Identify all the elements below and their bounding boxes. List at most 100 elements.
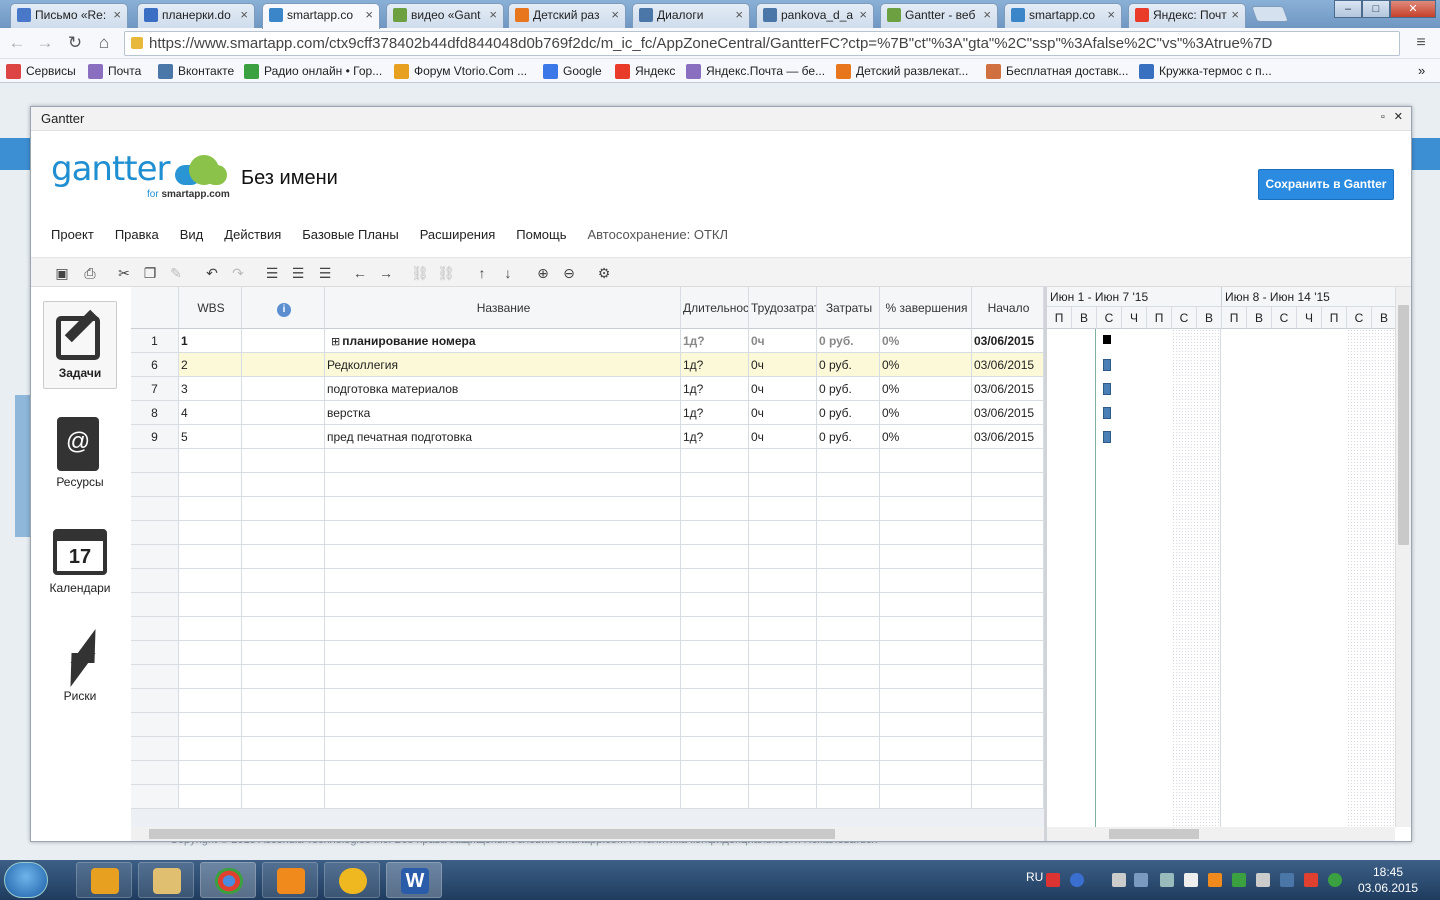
column-header[interactable]: Затраты (817, 287, 880, 329)
empty-row[interactable] (131, 689, 1044, 713)
cell-duration[interactable]: 1д? (681, 377, 749, 401)
empty-cell[interactable] (749, 713, 817, 737)
cell-name[interactable]: подготовка материалов (325, 377, 681, 401)
empty-cell[interactable] (817, 545, 880, 569)
check-tray-icon[interactable] (1232, 873, 1246, 887)
vertical-scroll-thumb[interactable] (1398, 305, 1409, 545)
empty-cell[interactable] (681, 761, 749, 785)
row-number[interactable]: 7 (131, 377, 179, 401)
cell-duration[interactable]: 1д? (681, 353, 749, 377)
gantt-task-bar[interactable] (1103, 431, 1111, 443)
pdf-tray-icon[interactable] (1046, 873, 1060, 887)
empty-cell[interactable] (749, 521, 817, 545)
cell-wbs[interactable]: 5 (179, 425, 242, 449)
empty-cell[interactable] (242, 641, 325, 665)
empty-cell[interactable] (242, 785, 325, 809)
empty-cell[interactable] (749, 545, 817, 569)
empty-cell[interactable] (817, 785, 880, 809)
language-indicator[interactable]: RU (1026, 870, 1043, 884)
empty-row[interactable] (131, 521, 1044, 545)
odnoklassniki-app[interactable] (262, 862, 318, 898)
empty-cell[interactable] (131, 761, 179, 785)
vertical-scrollbar[interactable] (1395, 287, 1411, 827)
empty-row[interactable] (131, 737, 1044, 761)
cell-info[interactable] (242, 329, 325, 353)
show-hidden-icons[interactable] (1112, 873, 1126, 887)
empty-cell[interactable] (131, 593, 179, 617)
empty-cell[interactable] (817, 641, 880, 665)
empty-row[interactable] (131, 497, 1044, 521)
empty-cell[interactable] (972, 449, 1044, 473)
cell-name[interactable]: пред печатная подготовка (325, 425, 681, 449)
empty-cell[interactable] (179, 737, 242, 761)
close-tab-icon[interactable]: × (113, 4, 121, 26)
empty-cell[interactable] (880, 497, 972, 521)
row-number[interactable]: 6 (131, 353, 179, 377)
empty-cell[interactable] (325, 473, 681, 497)
close-tab-icon[interactable]: × (1231, 4, 1239, 26)
empty-cell[interactable] (242, 761, 325, 785)
empty-cell[interactable] (749, 617, 817, 641)
empty-cell[interactable] (749, 449, 817, 473)
gantt-task-bar[interactable] (1103, 407, 1111, 419)
cell-name[interactable]: ⊞ планирование номера (325, 329, 681, 353)
empty-cell[interactable] (681, 593, 749, 617)
menu-item[interactable]: Вид (180, 227, 204, 247)
row-number[interactable]: 1 (131, 329, 179, 353)
empty-row[interactable] (131, 641, 1044, 665)
empty-cell[interactable] (880, 617, 972, 641)
empty-cell[interactable] (325, 569, 681, 593)
empty-cell[interactable] (880, 689, 972, 713)
empty-cell[interactable] (179, 569, 242, 593)
cell-pct[interactable]: 0% (880, 329, 972, 353)
empty-cell[interactable] (681, 737, 749, 761)
column-header[interactable]: Длительность (681, 287, 749, 329)
empty-cell[interactable] (131, 665, 179, 689)
indent-icon[interactable]: → (377, 264, 395, 282)
gantt-scroll-thumb[interactable] (1109, 829, 1199, 839)
empty-cell[interactable] (749, 569, 817, 593)
empty-cell[interactable] (681, 713, 749, 737)
empty-cell[interactable] (817, 737, 880, 761)
cell-start[interactable]: 03/06/2015 (972, 425, 1044, 449)
nav-tasks[interactable]: Задачи (43, 301, 117, 389)
close-dialog-icon[interactable]: ✕ (1394, 111, 1403, 123)
empty-cell[interactable] (325, 641, 681, 665)
cut-icon[interactable]: ✂ (115, 264, 133, 282)
empty-cell[interactable] (131, 473, 179, 497)
bookmark-item[interactable]: Бесплатная доставк... (986, 62, 1128, 80)
bluetooth-tray-icon[interactable] (1160, 873, 1174, 887)
redo-icon[interactable]: ↷ (229, 264, 247, 282)
bookmark-item[interactable]: Радио онлайн • Гор... (244, 62, 382, 80)
empty-cell[interactable] (131, 545, 179, 569)
empty-cell[interactable] (131, 449, 179, 473)
empty-cell[interactable] (880, 569, 972, 593)
empty-cell[interactable] (179, 521, 242, 545)
empty-cell[interactable] (972, 737, 1044, 761)
cell-wbs[interactable]: 4 (179, 401, 242, 425)
bookmark-item[interactable]: Сервисы (6, 62, 76, 80)
close-tab-icon[interactable]: × (611, 4, 619, 26)
network-tray-icon[interactable] (1134, 873, 1148, 887)
close-tab-icon[interactable]: × (735, 4, 743, 26)
gantt-task-bar[interactable] (1103, 383, 1111, 395)
table-row[interactable]: 9 5 пред печатная подготовка 1д? 0ч 0 руб. 0% 0… (131, 425, 1044, 449)
cell-work[interactable]: 0ч (749, 329, 817, 353)
bookmark-item[interactable]: Яндекс (615, 62, 675, 80)
cell-wbs[interactable]: 1 (179, 329, 242, 353)
empty-cell[interactable] (880, 449, 972, 473)
empty-cell[interactable] (325, 665, 681, 689)
close-tab-icon[interactable]: × (240, 4, 248, 26)
empty-cell[interactable] (972, 785, 1044, 809)
empty-cell[interactable] (242, 449, 325, 473)
paste-icon[interactable]: ✎ (167, 264, 185, 282)
empty-row[interactable] (131, 761, 1044, 785)
close-tab-icon[interactable]: × (365, 4, 373, 26)
empty-cell[interactable] (681, 689, 749, 713)
column-header[interactable]: WBS (179, 287, 242, 329)
empty-cell[interactable] (131, 713, 179, 737)
table-row[interactable]: 1 1 ⊞ планирование номера 1д? 0ч 0 руб. 0% 03/06… (131, 329, 1044, 353)
cell-work[interactable]: 0ч (749, 425, 817, 449)
back-icon[interactable]: ← (6, 32, 28, 54)
menu-item[interactable]: Расширения (420, 227, 496, 247)
